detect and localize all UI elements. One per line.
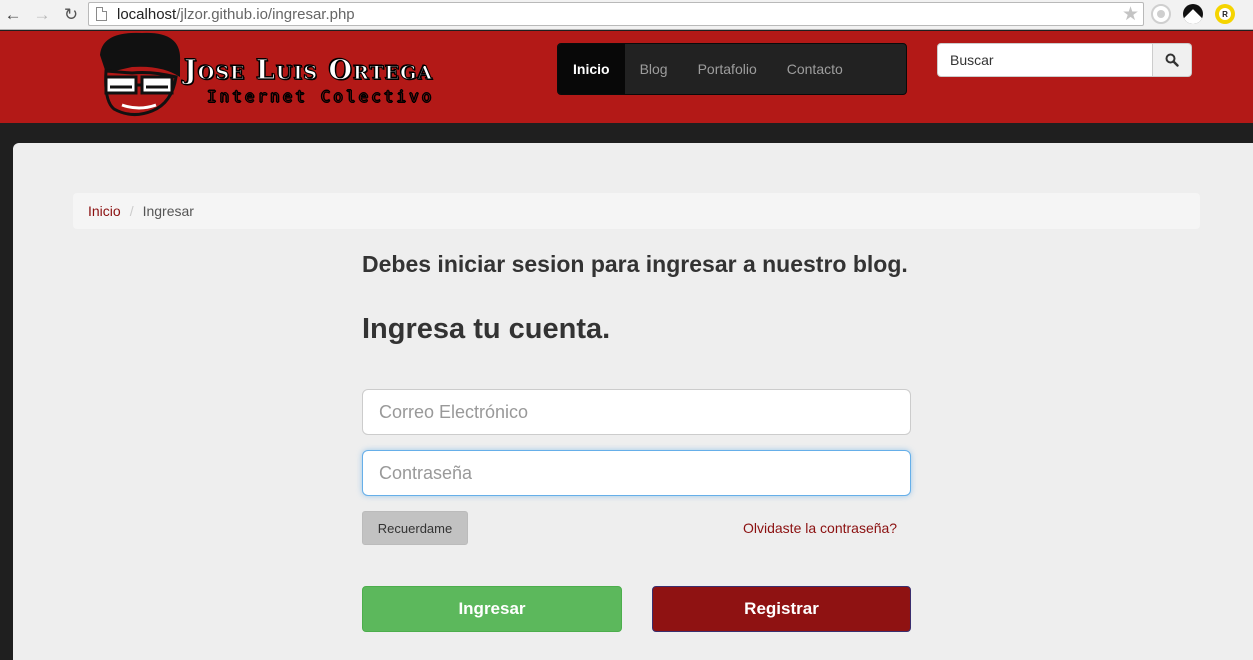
breadcrumb-current: Ingresar: [142, 203, 194, 219]
logo-face-icon: [100, 32, 181, 116]
content-panel: Inicio / Ingresar Debes iniciar sesion p…: [13, 143, 1253, 660]
logo-title: Jose Luis Ortega: [183, 55, 434, 87]
page-icon: [96, 7, 107, 21]
breadcrumb-home-link[interactable]: Inicio: [88, 203, 121, 219]
star-icon[interactable]: ★: [1122, 3, 1139, 26]
site-logo[interactable]: Jose Luis Ortega Internet Colectivo: [92, 31, 522, 117]
search-form: [937, 43, 1192, 77]
url-host: localhost: [117, 6, 177, 23]
remember-me-button[interactable]: Recuerdame: [362, 511, 468, 545]
extension-r-icon[interactable]: R: [1215, 4, 1235, 24]
main-nav: Inicio Blog Portafolio Contacto: [557, 43, 907, 95]
breadcrumb: Inicio / Ingresar: [73, 193, 1200, 229]
site-header: Jose Luis Ortega Internet Colectivo Inic…: [0, 31, 1253, 123]
breadcrumb-separator: /: [129, 203, 134, 219]
back-arrow-icon[interactable]: ←: [2, 4, 24, 26]
forward-arrow-icon[interactable]: →: [31, 4, 53, 26]
nav-item-contacto[interactable]: Contacto: [772, 44, 858, 94]
url-path: /jlzor.github.io/ingresar.php: [176, 6, 355, 23]
search-button[interactable]: [1153, 43, 1192, 77]
extension-mountain-icon[interactable]: [1183, 4, 1203, 24]
nav-item-portafolio[interactable]: Portafolio: [683, 44, 772, 94]
login-button[interactable]: Ingresar: [362, 586, 622, 632]
forgot-password-link[interactable]: Olvidaste la contraseña?: [743, 520, 897, 536]
register-button[interactable]: Registrar: [652, 586, 911, 632]
nav-item-inicio[interactable]: Inicio: [558, 44, 625, 94]
login-heading: Ingresa tu cuenta.: [362, 313, 611, 345]
browser-toolbar: ← → ↻ localhost/jlzor.github.io/ingresar…: [0, 0, 1253, 30]
logo-subtitle: Internet Colectivo: [206, 87, 435, 107]
reload-icon[interactable]: ↻: [60, 4, 82, 26]
email-field[interactable]: [362, 389, 911, 435]
search-input[interactable]: [937, 43, 1153, 77]
nav-item-blog[interactable]: Blog: [625, 44, 683, 94]
address-bar[interactable]: localhost/jlzor.github.io/ingresar.php ★: [88, 2, 1144, 26]
url-text[interactable]: localhost/jlzor.github.io/ingresar.php: [117, 6, 355, 23]
extension-circle-icon[interactable]: [1151, 4, 1171, 24]
password-field[interactable]: [362, 450, 911, 496]
login-required-message: Debes iniciar sesion para ingresar a nue…: [362, 251, 908, 277]
search-icon: [1165, 53, 1179, 67]
